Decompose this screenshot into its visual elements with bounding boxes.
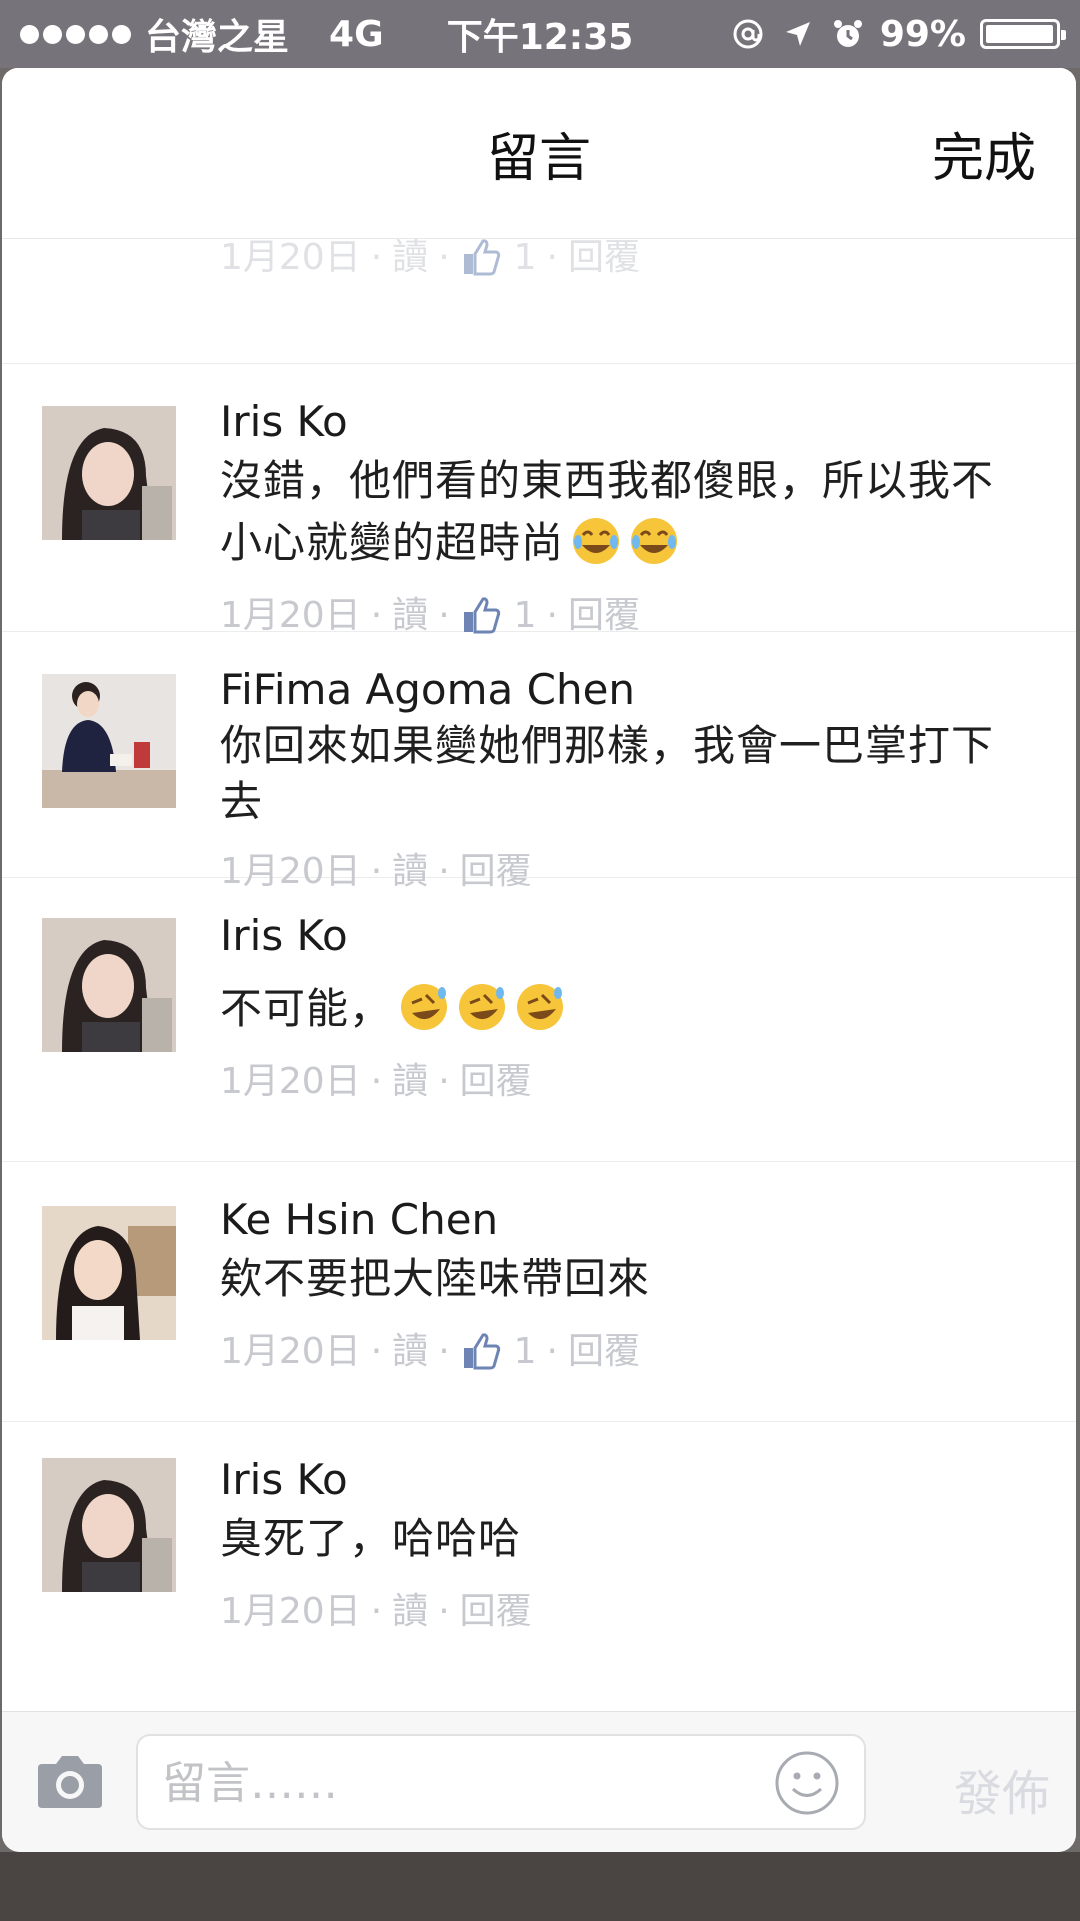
comment-meta: 1月20日 · 讀 · 回覆 — [220, 1054, 1036, 1110]
comment-item: Ke Hsin Chen 欸不要把大陸味帶回來 1月20日 · 讀 · 1 · … — [2, 1162, 1076, 1422]
done-button[interactable]: 完成 — [932, 116, 1036, 191]
comment-author[interactable]: Iris Ko — [220, 1452, 1036, 1508]
comment-body: Iris Ko 沒錯，他們看的東西我都傻眼，所以我不小心就變的超時尚 1月20日… — [220, 394, 1036, 644]
reply-link[interactable]: 回覆 — [460, 1584, 532, 1640]
comment-text: 臭死了，哈哈哈 — [220, 1514, 522, 1563]
avatar[interactable] — [42, 674, 176, 808]
like-count: 1 — [513, 1331, 537, 1372]
reply-link[interactable]: 回覆 — [568, 1324, 640, 1380]
reply-link[interactable]: 回覆 — [460, 1054, 532, 1110]
avatar[interactable] — [42, 1458, 176, 1592]
avatar[interactable] — [42, 918, 176, 1052]
camera-icon[interactable] — [36, 1748, 104, 1812]
comment-meta: 1月20日 · 讀 · 回覆 — [220, 1584, 1036, 1640]
comment-author[interactable]: FiFima Agoma Chen — [220, 662, 1036, 718]
read-link[interactable]: 讀 — [392, 1324, 428, 1380]
nav-bar: 留言 完成 — [2, 68, 1076, 239]
joy-icon — [631, 518, 678, 564]
like-thumb-icon[interactable] — [460, 1330, 504, 1374]
read-link[interactable]: 讀 — [392, 1584, 428, 1640]
like-count: 1 — [513, 238, 537, 278]
like-thumb-icon[interactable] — [460, 238, 504, 280]
rofl-icon — [401, 984, 448, 1030]
comment-author[interactable]: Ke Hsin Chen — [220, 1192, 1036, 1248]
comment-text: 欸不要把大陸味帶回來 — [220, 1254, 651, 1303]
comment-date: 1月20日 — [220, 238, 361, 278]
comment-date: 1月20日 — [220, 1331, 361, 1372]
page-title: 留言 — [486, 129, 591, 189]
comment-author[interactable]: Iris Ko — [220, 394, 1036, 450]
comment-item: Iris Ko 臭死了，哈哈哈 1月20日 · 讀 · 回覆 — [2, 1422, 1076, 1672]
comment-text: 你回來如果變她們那樣，我會一巴掌打下去 — [220, 721, 995, 826]
comment-meta: 1月20日 · 讀 · 1 · 回覆 — [220, 1324, 1036, 1380]
post-button[interactable]: 發佈 — [954, 1754, 1050, 1824]
comment-body: Iris Ko 不可能， 1月20日 · 讀 · 回覆 — [220, 908, 1036, 1110]
comment-text-content: 不可能， — [220, 984, 393, 1033]
comment-date: 1月20日 — [220, 1591, 361, 1632]
at-icon — [730, 16, 766, 52]
comment-meta: 1月20日 · 讀 · 1 · 回覆 — [220, 238, 640, 286]
smiley-icon[interactable] — [772, 1748, 842, 1818]
comment-item: Iris Ko 沒錯，他們看的東西我都傻眼，所以我不小心就變的超時尚 1月20日… — [2, 364, 1076, 636]
comment-date: 1月20日 — [220, 1061, 361, 1102]
comments-sheet: 留言 完成 1月20日 · 讀 · 1 · 回覆 Iris Ko 沒錯，他們看的… — [2, 68, 1076, 1852]
status-right: 99% — [730, 13, 1066, 55]
comments-list: Iris Ko 沒錯，他們看的東西我都傻眼，所以我不小心就變的超時尚 1月20日… — [2, 364, 1076, 1672]
comment-item: FiFima Agoma Chen 你回來如果變她們那樣，我會一巴掌打下去 1月… — [2, 632, 1076, 892]
signal-strength-icon — [20, 24, 131, 44]
battery-icon — [980, 19, 1066, 49]
avatar[interactable] — [42, 406, 176, 540]
battery-percent: 99% — [879, 13, 966, 55]
avatar[interactable] — [42, 1206, 176, 1340]
rofl-icon — [459, 984, 506, 1030]
rofl-icon — [517, 984, 564, 1030]
comment-input-box[interactable] — [136, 1734, 866, 1830]
alarm-icon — [830, 16, 866, 52]
carrier-name: 台灣之星 — [145, 17, 290, 58]
location-arrow-icon — [780, 16, 816, 52]
read-link[interactable]: 讀 — [392, 238, 428, 286]
comment-item: Iris Ko 不可能， 1月20日 · 讀 · 回覆 — [2, 878, 1076, 1162]
comment-body: FiFima Agoma Chen 你回來如果變她們那樣，我會一巴掌打下去 1月… — [220, 662, 1036, 900]
joy-icon — [573, 518, 620, 564]
status-left: 台灣之星 4G — [20, 8, 384, 60]
comment-body: Ke Hsin Chen 欸不要把大陸味帶回來 1月20日 · 讀 · 1 · … — [220, 1192, 1036, 1380]
status-bar: 台灣之星 4G 下午12:35 99% — [0, 0, 1080, 68]
network-type: 4G — [329, 13, 384, 55]
previous-comment-meta: 1月20日 · 讀 · 1 · 回覆 — [2, 238, 1076, 364]
comment-text: 不可能， — [220, 978, 1036, 1040]
comment-text: 沒錯，他們看的東西我都傻眼，所以我不小心就變的超時尚 — [220, 450, 1036, 574]
background-photo-strip — [0, 1852, 1080, 1921]
comment-body: Iris Ko 臭死了，哈哈哈 1月20日 · 讀 · 回覆 — [220, 1452, 1036, 1640]
comment-input[interactable] — [160, 1752, 724, 1814]
comment-author[interactable]: Iris Ko — [220, 908, 1036, 964]
read-link[interactable]: 讀 — [392, 1054, 428, 1110]
reply-link[interactable]: 回覆 — [568, 238, 640, 286]
battery-level-fill — [986, 25, 1054, 43]
comment-composer: 發佈 — [2, 1711, 1076, 1852]
